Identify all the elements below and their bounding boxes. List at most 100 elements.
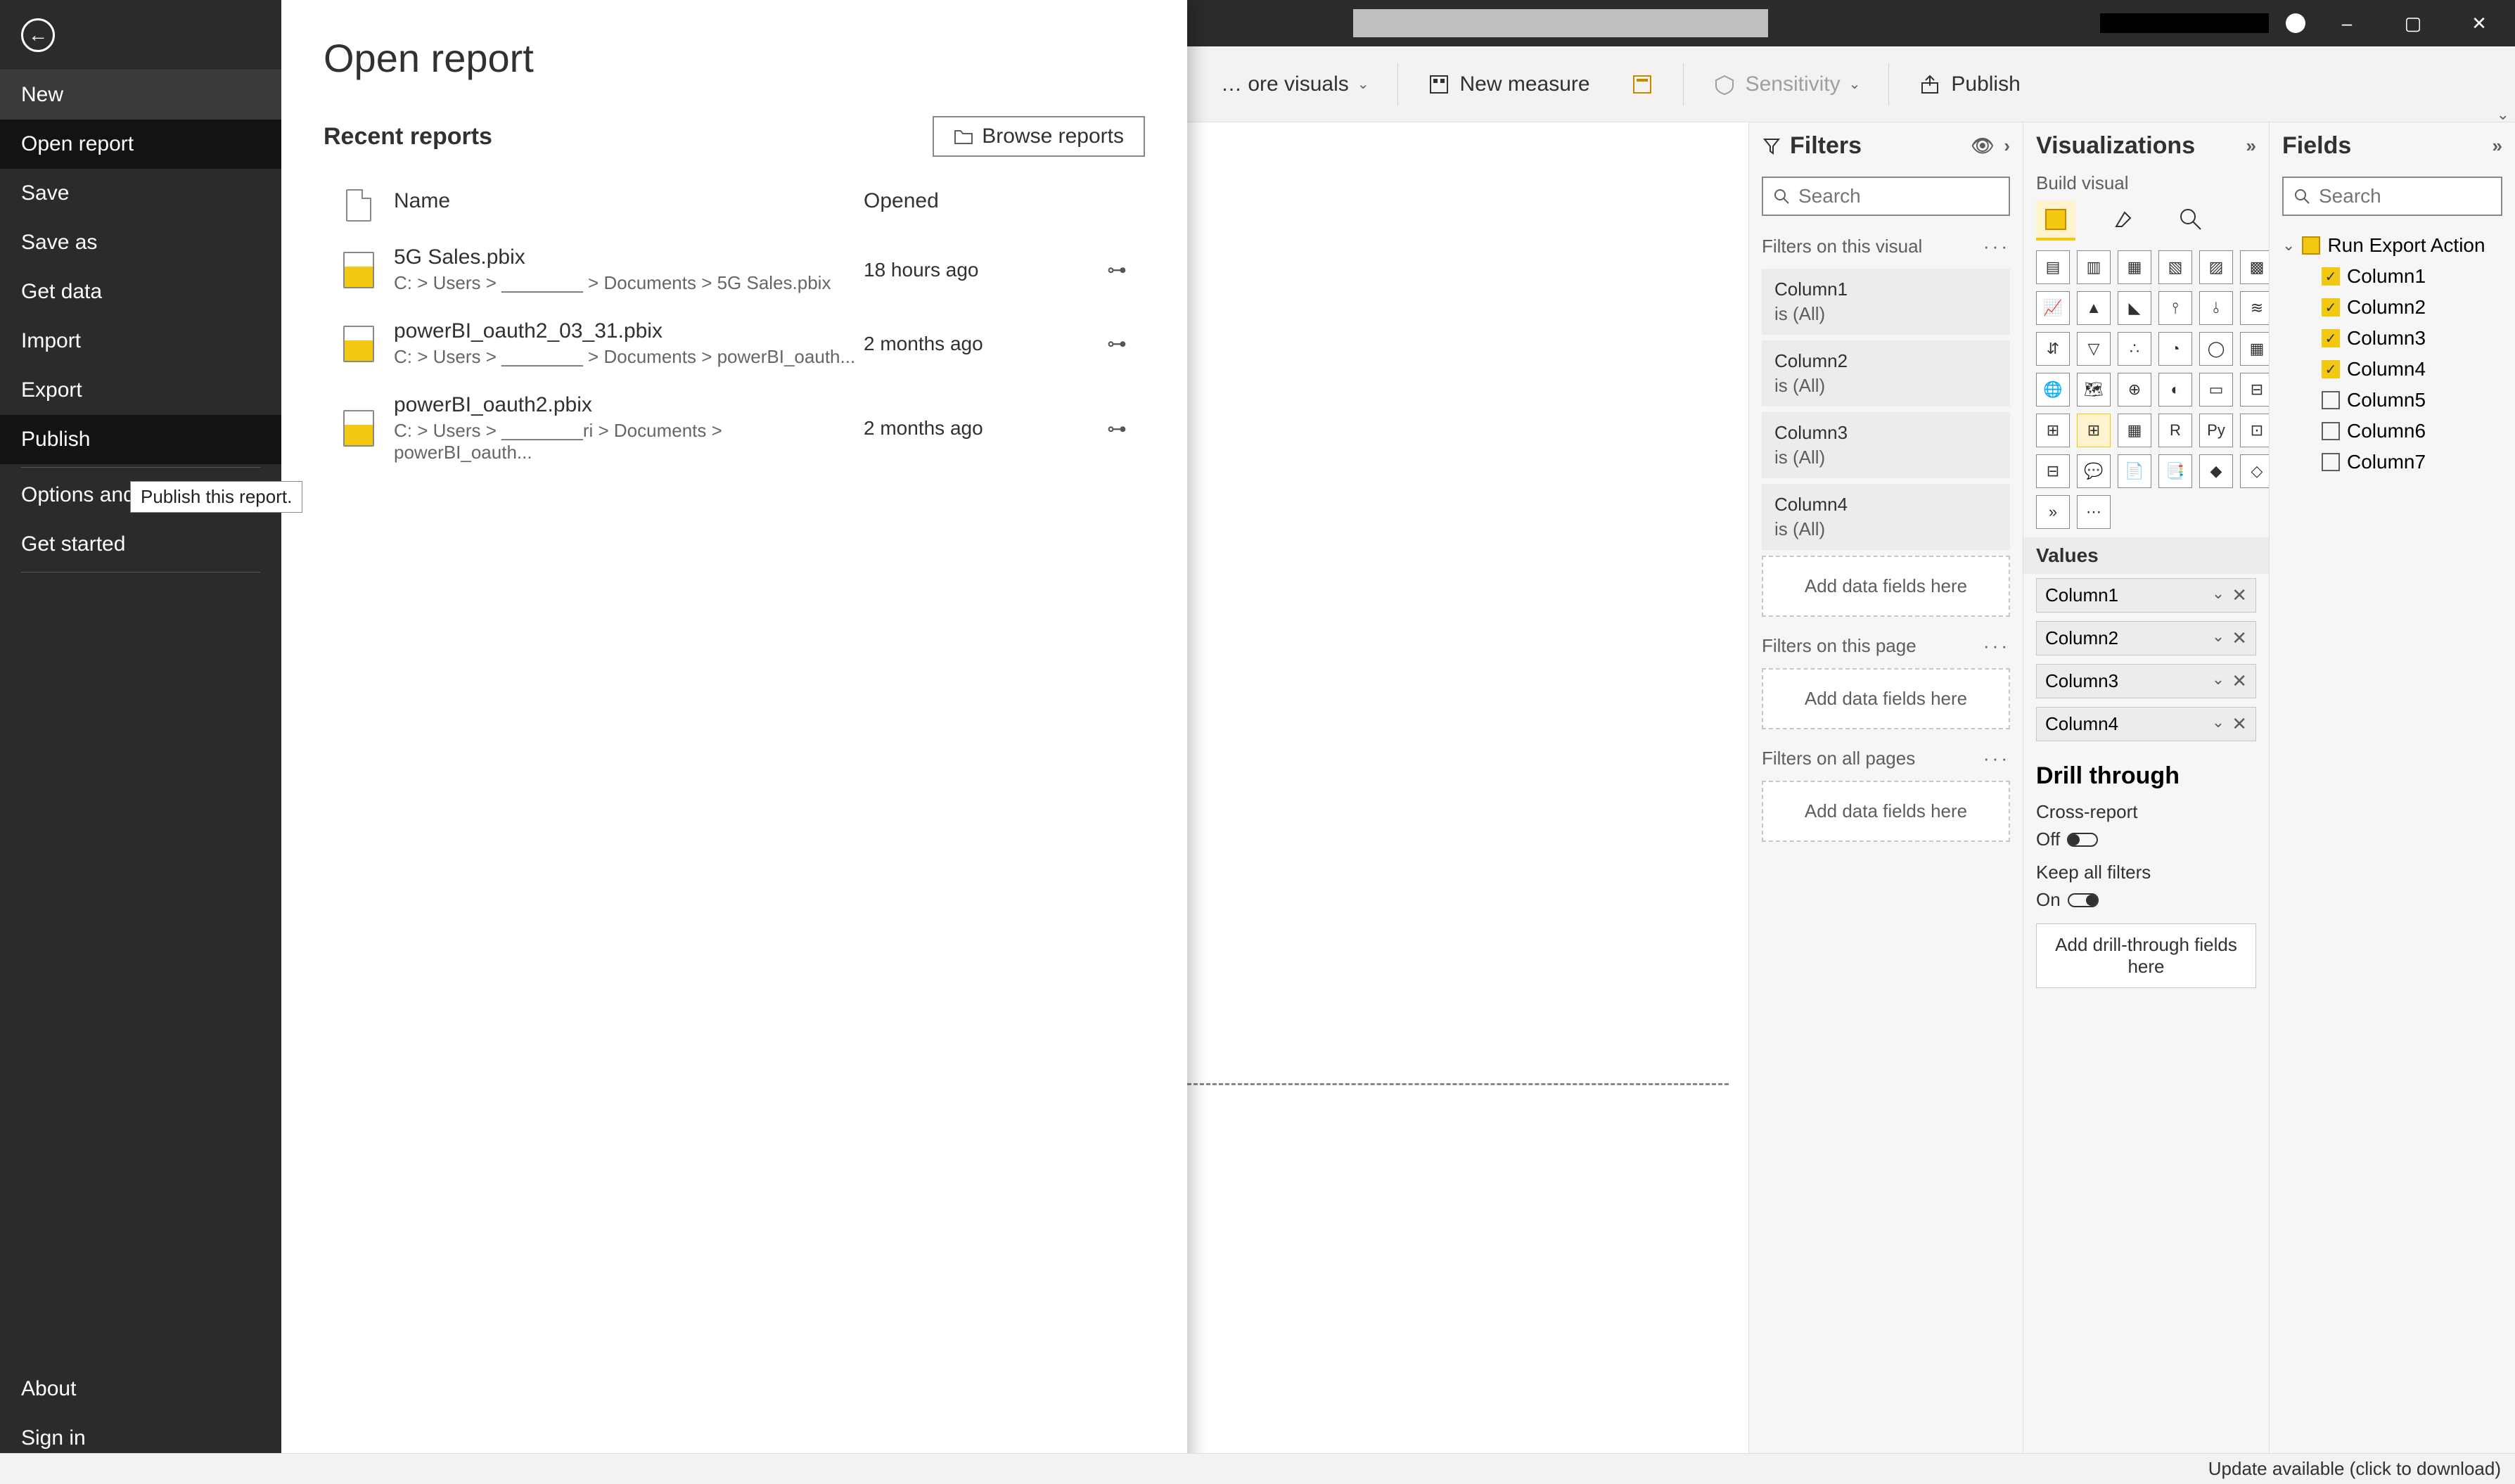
back-button[interactable]: ← [0, 0, 281, 70]
keep-filters-toggle[interactable]: On [2036, 889, 2256, 911]
update-available-link[interactable]: Update available (click to download) [2208, 1458, 2501, 1480]
checkbox-checked[interactable] [2322, 329, 2340, 347]
filters-search[interactable] [1762, 177, 2010, 216]
quick-measure-button[interactable] [1618, 66, 1666, 103]
format-visual-tab[interactable] [2104, 201, 2143, 241]
backstage-get-started[interactable]: Get started [0, 520, 281, 569]
expand-icon[interactable]: » [2492, 135, 2502, 157]
python-visual-icon[interactable]: Py [2199, 414, 2233, 447]
chevron-down-icon[interactable]: ⌄ [2212, 713, 2225, 735]
funnel-icon[interactable]: ▽ [2077, 332, 2111, 366]
analytics-tab[interactable] [2171, 201, 2210, 241]
scatter-icon[interactable]: ∴ [2118, 332, 2151, 366]
ribbon-collapse-chevron[interactable]: ⌄ [2497, 105, 2509, 124]
fields-search[interactable] [2282, 177, 2502, 216]
field-tree-node[interactable]: Column5 [2322, 385, 2502, 416]
field-tree-node[interactable]: Column6 [2322, 416, 2502, 447]
drill-through-drop[interactable]: Add drill-through fields here [2036, 923, 2256, 988]
more-icon[interactable]: ··· [1983, 635, 2010, 657]
table-icon[interactable]: ⊞ [2077, 414, 2111, 447]
remove-icon[interactable]: ✕ [2232, 584, 2247, 606]
map-icon[interactable]: 🌐 [2036, 373, 2070, 407]
value-field[interactable]: Column1 ⌄✕ [2036, 578, 2256, 613]
value-field[interactable]: Column2 ⌄✕ [2036, 621, 2256, 655]
checkbox-checked[interactable] [2322, 298, 2340, 316]
stacked-bar-icon[interactable]: ▤ [2036, 250, 2070, 284]
matrix-icon[interactable]: ▦ [2118, 414, 2151, 447]
fields-search-input[interactable] [2319, 185, 2515, 207]
pin-icon[interactable]: ⊶ [1107, 258, 1127, 281]
recent-file-row[interactable]: powerBI_oauth2_03_31.pbix C: > Users > _… [324, 307, 1145, 380]
chevron-down-icon[interactable]: ⌄ [2212, 670, 2225, 692]
power-apps-icon[interactable]: ◆ [2199, 454, 2233, 488]
card-icon[interactable]: ▭ [2199, 373, 2233, 407]
more-visuals-button[interactable]: … ore visuals ⌄ [1210, 67, 1381, 102]
filter-card[interactable]: Column4 is (All) [1762, 484, 2010, 550]
ellipsis-icon[interactable]: ⋯ [2077, 495, 2111, 529]
r-visual-icon[interactable]: R [2158, 414, 2192, 447]
chevron-down-icon[interactable]: ⌄ [2212, 627, 2225, 649]
build-visual-tab[interactable] [2036, 201, 2075, 241]
backstage-about[interactable]: About [0, 1364, 281, 1414]
kpi-icon[interactable]: ⊞ [2036, 414, 2070, 447]
avatar[interactable] [2286, 13, 2305, 33]
hundred-bar-icon[interactable]: ▨ [2199, 250, 2233, 284]
donut-icon[interactable]: ◯ [2199, 332, 2233, 366]
backstage-save[interactable]: Save [0, 169, 281, 218]
checkbox-checked[interactable] [2322, 267, 2340, 286]
backstage-open-report[interactable]: Open report [0, 120, 281, 169]
field-tree-node[interactable]: Column1 [2322, 261, 2502, 292]
value-field[interactable]: Column4 ⌄✕ [2036, 707, 2256, 741]
area-chart-icon[interactable]: ▲ [2077, 291, 2111, 325]
pin-icon[interactable]: ⊶ [1107, 332, 1127, 355]
filter-card[interactable]: Column2 is (All) [1762, 340, 2010, 407]
minimize-button[interactable]: – [2322, 6, 2372, 41]
line-clustered-icon[interactable]: ⫰ [2199, 291, 2233, 325]
field-tree-node[interactable]: Column4 [2322, 354, 2502, 385]
chevron-down-icon[interactable]: ⌄ [2212, 584, 2225, 606]
stacked-area-icon[interactable]: ◣ [2118, 291, 2151, 325]
recent-file-row[interactable]: 5G Sales.pbix C: > Users > ________ > Do… [324, 233, 1145, 307]
backstage-publish[interactable]: Publish [0, 415, 281, 464]
clustered-bar-icon[interactable]: ▦ [2118, 250, 2151, 284]
more-icon[interactable]: ··· [1983, 748, 2010, 769]
azure-map-icon[interactable]: ⊕ [2118, 373, 2151, 407]
backstage-get-data[interactable]: Get data [0, 267, 281, 316]
filters-visual-drop[interactable]: Add data fields here [1762, 556, 2010, 617]
new-measure-button[interactable]: New measure [1415, 66, 1601, 103]
filters-search-input[interactable] [1798, 185, 2052, 207]
close-button[interactable]: ✕ [2455, 6, 2504, 41]
collapse-icon[interactable]: › [2004, 135, 2010, 157]
checkbox[interactable] [2322, 453, 2340, 471]
backstage-save-as[interactable]: Save as [0, 218, 281, 267]
filters-all-drop[interactable]: Add data fields here [1762, 781, 2010, 842]
filter-card[interactable]: Column3 is (All) [1762, 412, 2010, 478]
value-field[interactable]: Column3 ⌄✕ [2036, 664, 2256, 698]
sensitivity-button[interactable]: Sensitivity ⌄ [1701, 66, 1872, 103]
remove-icon[interactable]: ✕ [2232, 670, 2247, 692]
backstage-export[interactable]: Export [0, 366, 281, 415]
checkbox-checked[interactable] [2322, 360, 2340, 378]
line-column-icon[interactable]: ⫯ [2158, 291, 2192, 325]
table-tree-node[interactable]: ⌄ Run Export Action [2282, 230, 2502, 261]
remove-icon[interactable]: ✕ [2232, 627, 2247, 649]
eye-icon[interactable]: 👁 [1971, 135, 1994, 157]
paginated-icon[interactable]: 📑 [2158, 454, 2192, 488]
qa-icon[interactable]: 💬 [2077, 454, 2111, 488]
pie-icon[interactable]: ◔ [2158, 332, 2192, 366]
backstage-import[interactable]: Import [0, 316, 281, 366]
filled-map-icon[interactable]: 🗺 [2077, 373, 2111, 407]
more-visuals-icon[interactable]: » [2036, 495, 2070, 529]
browse-reports-button[interactable]: Browse reports [933, 116, 1145, 157]
more-icon[interactable]: ··· [1983, 236, 2010, 257]
cross-report-toggle[interactable]: Off [2036, 829, 2256, 850]
stacked-column-icon[interactable]: ▥ [2077, 250, 2111, 284]
field-tree-node[interactable]: Column2 [2322, 292, 2502, 323]
recent-file-row[interactable]: powerBI_oauth2.pbix C: > Users > _______… [324, 380, 1145, 476]
maximize-button[interactable]: ▢ [2388, 6, 2438, 41]
narrative-icon[interactable]: 📄 [2118, 454, 2151, 488]
checkbox[interactable] [2322, 422, 2340, 440]
checkbox[interactable] [2322, 391, 2340, 409]
filter-card[interactable]: Column1 is (All) [1762, 269, 2010, 335]
pin-icon[interactable]: ⊶ [1107, 417, 1127, 440]
